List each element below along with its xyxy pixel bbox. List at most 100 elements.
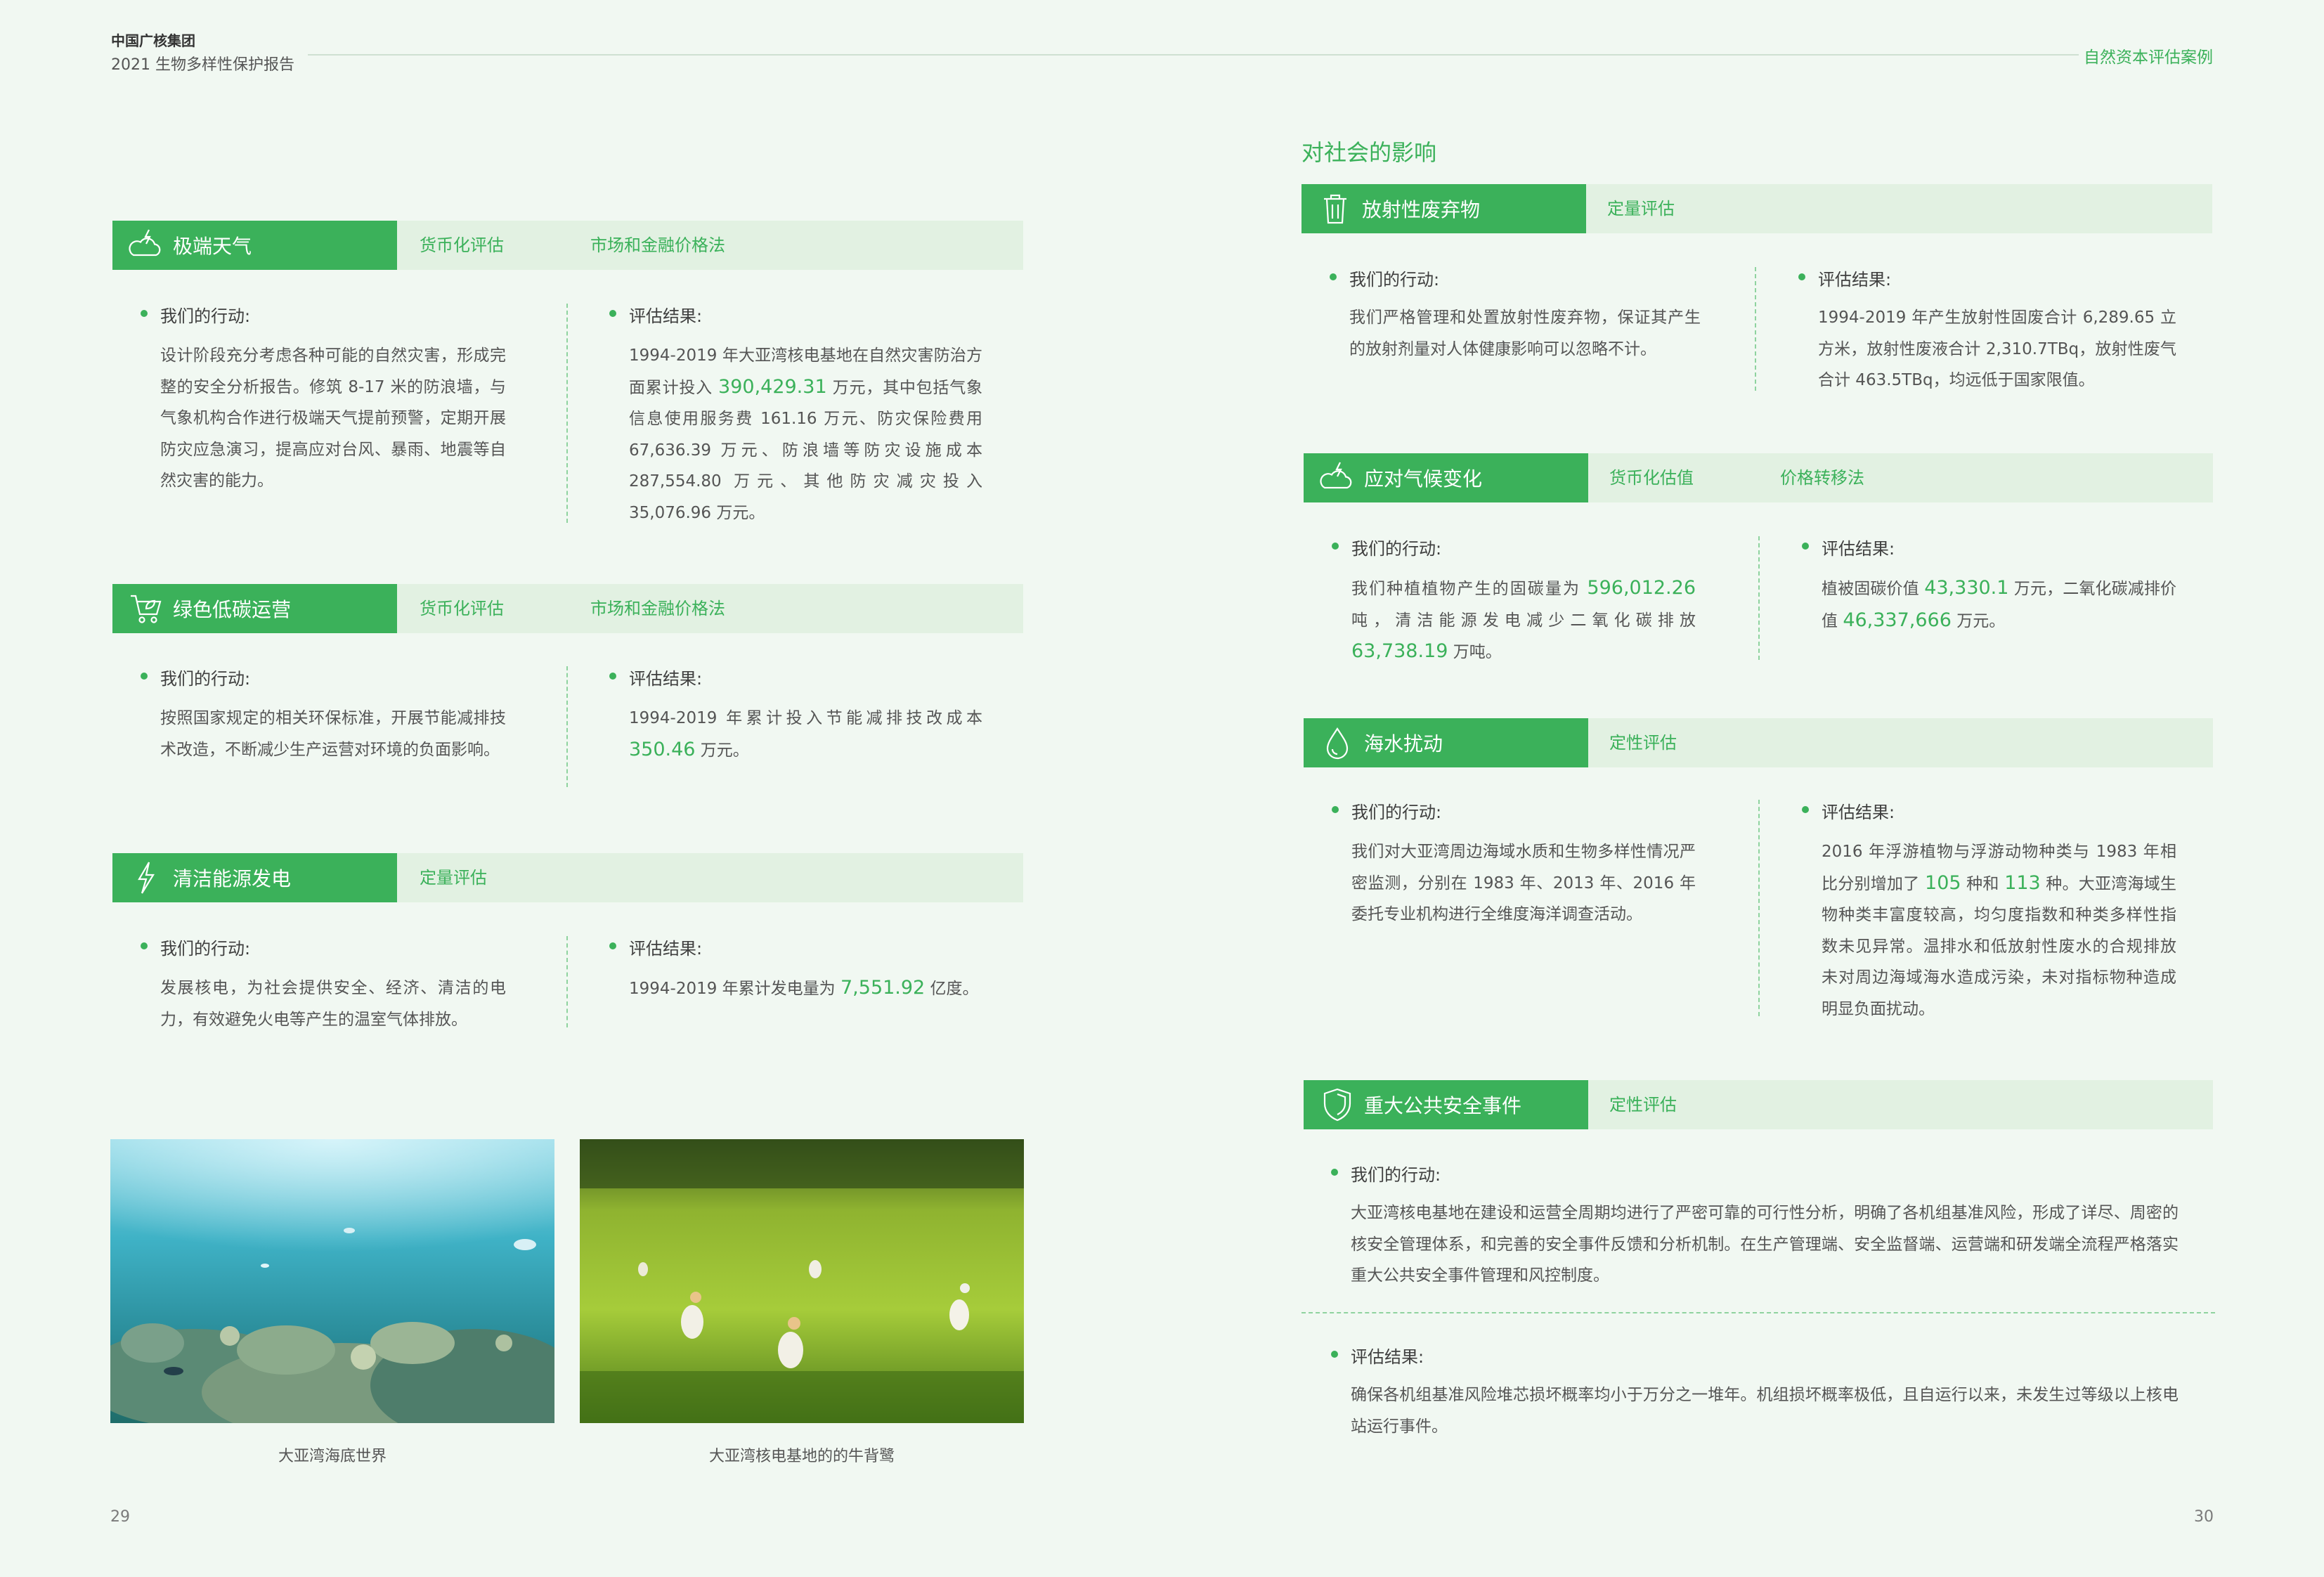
result-text-post: 亿度。 (925, 980, 979, 998)
result-text-post: 万元。 (1951, 611, 2006, 630)
action-text: 我们严格管理和处置放射性废弃物，保证其产生的放射剂量对人体健康影响可以忽略不计。 (1349, 309, 1701, 358)
result-text-pre: 1994-2019 年累计发电量为 (629, 980, 840, 998)
action-text-post: 万吨。 (1448, 643, 1502, 661)
result-label: 评估结果: (609, 302, 702, 327)
result-text: 1994-2019 年产生放射性固废合计 6,289.65 立方米，放射性废液合… (1818, 309, 2176, 389)
seawater-header: 海水扰动 (1304, 718, 1588, 767)
column-divider (1755, 267, 1756, 391)
green-ops-bar: 绿色低碳运营 货币化评估 市场和金融价格法 (112, 584, 1023, 633)
extreme-weather-title: 极端天气 (173, 235, 252, 258)
egrets-photo (580, 1139, 1024, 1423)
result-text: 1994-2019 年累计发电量为 7,551.92 亿度。 (629, 973, 982, 1005)
seawater-bar: 海水扰动 定性评估 (1304, 718, 2213, 767)
action-label: 我们的行动: (140, 935, 250, 959)
action-label: 我们的行动: (1329, 266, 1439, 290)
extreme-weather-header: 极端天气 (112, 221, 397, 270)
result-text: 2016 年浮游植物与浮游动物种类与 1983 年相比分别增加了 105 种和 … (1822, 836, 2176, 1025)
shield-icon (1318, 1085, 1357, 1124)
result-text-post: 种。大亚湾海域生物种类丰富度较高，均匀度指数和种类多样性指数未见异常。温排水和低… (1822, 874, 2177, 1018)
action-label: 我们的行动: (140, 665, 250, 689)
result-label: 评估结果: (1801, 535, 1895, 559)
result-value: 7,551.92 (840, 977, 926, 999)
result-label: 评估结果: (1801, 798, 1895, 823)
action-text: 发展核电，为社会提供安全、经济、清洁的电力，有效避免火电等产生的温室气体排放。 (160, 979, 506, 1029)
vegetation-value: 43,330.1 (1924, 577, 2009, 599)
result-text-pre: 植被固碳价值 (1822, 580, 1925, 598)
zooplankton-increase: 113 (2004, 871, 2041, 894)
result-text-mid: 种和 (1961, 874, 2005, 893)
tag-qualitative: 定性评估 (1609, 1095, 1677, 1115)
action-text: 大亚湾核电基地在建设和运营全周期均进行了严密可靠的可行性分析，明确了各机组基准风… (1351, 1204, 2179, 1285)
underwater-caption: 大亚湾海底世界 (278, 1448, 387, 1465)
result-text: 确保各机组基准风险堆芯损坏概率均小于万分之一堆年。机组损坏概率极低，且自运行以来… (1351, 1386, 2179, 1436)
action-text: 按照国家规定的相关环保标准，开展节能减排技术改造，不断减少生产运营对环境的负面影… (160, 709, 506, 759)
safety-header: 重大公共安全事件 (1304, 1080, 1588, 1129)
lightning-bolt-icon (126, 858, 166, 897)
tag-quantitative: 定量评估 (1607, 199, 1675, 219)
tag-market-price: 市场和金融价格法 (590, 599, 725, 618)
header-divider (308, 54, 2079, 56)
climate-title: 应对气候变化 (1364, 467, 1483, 491)
safety-bar: 重大公共安全事件 定性评估 (1304, 1080, 2213, 1129)
extreme-weather-bar: 极端天气 货币化评估 市场和金融价格法 (112, 221, 1023, 270)
section-label: 自然资本评估案例 (2084, 48, 2213, 67)
climate-header: 应对气候变化 (1304, 453, 1588, 502)
shopping-cart-leaf-icon (126, 589, 166, 628)
cloud-lightning-icon (126, 226, 166, 265)
report-title: 2021 生物多样性保护报告 (111, 56, 294, 74)
action-text: 我们对大亚湾周边海域水质和生物多样性情况严密监测，分别在 1983 年、2013… (1351, 843, 1696, 923)
tag-price-transfer: 价格转移法 (1780, 468, 1864, 488)
green-ops-title: 绿色低碳运营 (173, 598, 292, 621)
tag-quantitative: 定量评估 (420, 868, 487, 888)
seawater-title: 海水扰动 (1364, 732, 1443, 755)
column-divider (1758, 536, 1760, 660)
clean-energy-title: 清洁能源发电 (173, 867, 292, 890)
column-divider (566, 304, 568, 523)
column-divider (566, 666, 568, 787)
result-value: 390,429.31 (718, 375, 827, 398)
safety-title: 重大公共安全事件 (1364, 1094, 1522, 1117)
green-ops-header: 绿色低碳运营 (112, 584, 397, 633)
result-text-post: 万元，其中包括气象信息使用服务费 161.16 万元、防灾保险费用 67,636… (629, 378, 983, 522)
page-number-left: 29 (110, 1508, 130, 1526)
action-label: 我们的行动: (1330, 1161, 1441, 1186)
tag-monetized-value: 货币化估值 (1609, 468, 1694, 488)
cloud-lightning-icon (1318, 458, 1357, 498)
result-text: 1994-2019 年累计投入节能减排技改成本 350.46 万元。 (629, 703, 982, 766)
result-text-post: 万元。 (695, 741, 749, 760)
radioactive-bar: 放射性废弃物 定量评估 (1301, 184, 2212, 233)
radioactive-title: 放射性废弃物 (1362, 198, 1481, 221)
social-impact-heading: 对社会的影响 (1301, 139, 1437, 166)
action-label: 我们的行动: (1331, 798, 1441, 823)
water-drop-icon (1318, 723, 1357, 762)
column-divider (1758, 800, 1760, 1016)
underwater-illustration (110, 1139, 554, 1423)
tag-market-price: 市场和金融价格法 (590, 235, 725, 255)
tag-qualitative: 定性评估 (1609, 733, 1677, 753)
clean-energy-header: 清洁能源发电 (112, 853, 397, 902)
result-label: 评估结果: (1798, 266, 1891, 290)
radioactive-header: 放射性废弃物 (1301, 184, 1586, 233)
result-label: 评估结果: (609, 665, 702, 689)
row-divider (1301, 1312, 2215, 1313)
co2-value: 46,337,666 (1843, 609, 1952, 631)
climate-bar: 应对气候变化 货币化估值 价格转移法 (1304, 453, 2213, 502)
result-text: 1994-2019 年大亚湾核电基地在自然灾害防治方面累计投入 390,429.… (629, 340, 982, 528)
action-text-pre: 我们种植植物产生的固碳量为 (1351, 580, 1588, 598)
clean-energy-bar: 清洁能源发电 定量评估 (112, 853, 1023, 902)
action-text: 我们种植植物产生的固碳量为 596,012.26 吨，清洁能源发电减少二氧化碳排… (1351, 573, 1696, 668)
carbon-sink-value: 596,012.26 (1587, 577, 1696, 599)
action-text-mid: 吨，清洁能源发电减少二氧化碳排放 (1351, 611, 1696, 630)
result-value: 350.46 (629, 738, 696, 760)
page-number-right: 30 (2194, 1508, 2214, 1526)
column-divider (566, 936, 568, 1027)
egrets-illustration (580, 1139, 1024, 1423)
result-text: 植被固碳价值 43,330.1 万元，二氧化碳减排价值 46,337,666 万… (1822, 573, 2176, 637)
result-text-pre: 1994-2019 年累计投入节能减排技改成本 (629, 709, 982, 727)
trash-bin-icon (1316, 189, 1355, 228)
underwater-photo (110, 1139, 554, 1423)
action-label: 我们的行动: (140, 302, 250, 327)
action-text: 设计阶段充分考虑各种可能的自然灾害，形成完整的安全分析报告。修筑 8-17 米的… (160, 346, 506, 490)
result-label: 评估结果: (1330, 1343, 1424, 1368)
action-label: 我们的行动: (1331, 535, 1441, 559)
